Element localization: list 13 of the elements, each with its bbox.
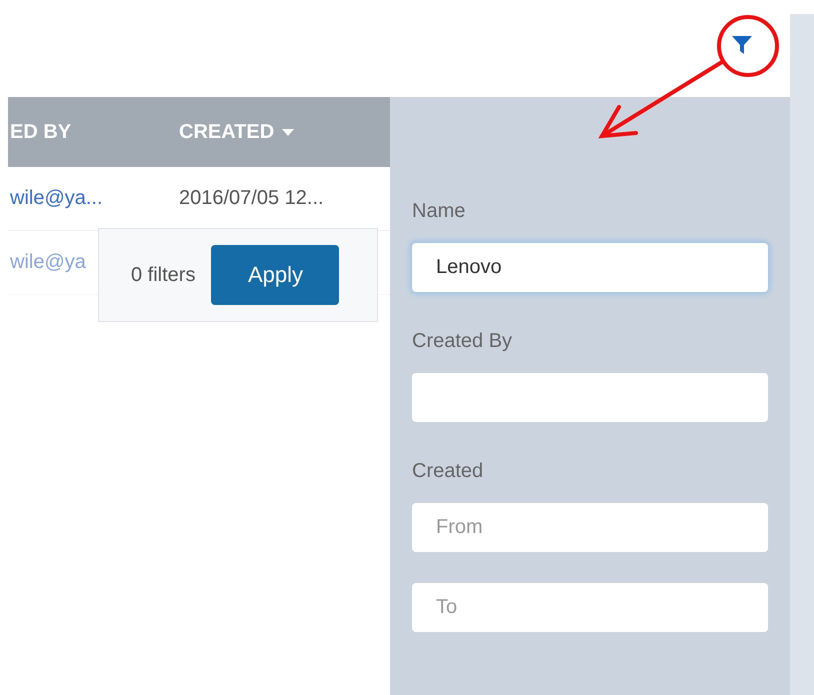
input-field[interactable]: Lenovo: [412, 243, 768, 292]
input-field[interactable]: [412, 373, 768, 422]
field-label: Created: [412, 460, 484, 483]
input-field[interactable]: To: [412, 583, 768, 632]
filter-icon[interactable]: [730, 33, 754, 57]
apply-button[interactable]: Apply: [211, 245, 340, 305]
email-link[interactable]: wile@ya...: [10, 187, 103, 209]
highlight-circle: [717, 15, 779, 77]
table-cell: 2016/07/05 12...: [179, 187, 324, 209]
field-label: Created By: [412, 330, 514, 353]
field-label: Name: [412, 200, 466, 223]
input-field[interactable]: From: [412, 503, 768, 552]
filter-count: 0 filters: [131, 264, 196, 286]
